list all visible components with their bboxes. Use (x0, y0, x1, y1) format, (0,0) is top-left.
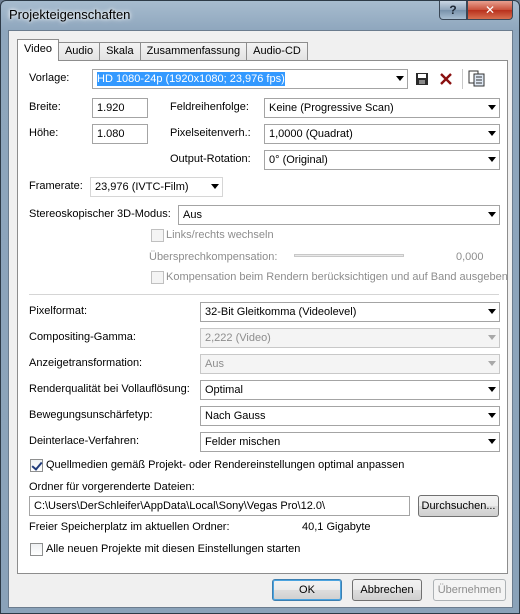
framerate-value: 23,976 (IVTC-Film) (95, 181, 189, 193)
stereo-value: Aus (183, 209, 202, 221)
motion-blur-value: Nach Gauss (205, 410, 266, 422)
motion-blur-combo[interactable]: Nach Gauss (200, 406, 500, 426)
section-divider (29, 294, 499, 295)
width-label: Breite: (29, 101, 61, 113)
field-order-label: Feldreihenfolge: (170, 101, 249, 113)
output-rotation-value: 0° (Original) (269, 154, 328, 166)
video-panel: Vorlage: HD 1080-24p (1920x1080; 23,976 … (17, 60, 508, 574)
template-label: Vorlage: (29, 72, 70, 84)
width-input[interactable]: 1.920 (92, 98, 148, 118)
deinterlace-label: Deinterlace-Verfahren: (29, 435, 140, 447)
framerate-combo[interactable]: 23,976 (IVTC-Film) (90, 177, 223, 197)
chevron-down-icon (488, 361, 496, 366)
view-transform-value: Aus (205, 358, 224, 370)
close-icon: ✕ (484, 3, 496, 17)
pixel-format-value: 32-Bit Gleitkomma (Videolevel) (205, 306, 357, 318)
chevron-down-icon (396, 76, 404, 81)
chevron-down-icon (488, 157, 496, 162)
prerender-folder-input[interactable]: C:\Users\DerSchleifer\AppData\Local\Sony… (29, 496, 410, 516)
pixel-aspect-value: 1,0000 (Quadrat) (269, 128, 353, 140)
chevron-down-icon (488, 131, 496, 136)
pixel-format-combo[interactable]: 32-Bit Gleitkomma (Videolevel) (200, 302, 500, 322)
compensation-checkbox[interactable] (151, 271, 164, 284)
gamma-label: Compositing-Gamma: (29, 331, 136, 343)
title-bar[interactable]: Projekteigenschaften ? ✕ (1, 1, 519, 29)
render-quality-combo[interactable]: Optimal (200, 380, 500, 400)
height-label: Höhe: (29, 127, 59, 139)
pixel-aspect-combo[interactable]: 1,0000 (Quadrat) (264, 124, 500, 144)
prerender-folder-label: Ordner für vorgerenderte Dateien: (29, 481, 195, 493)
stereo-combo[interactable]: Aus (178, 205, 500, 225)
view-transform-combo[interactable]: Aus (200, 354, 500, 374)
tab-scale[interactable]: Skala (99, 42, 141, 61)
dialog-client: Video Audio Skala Zusammenfassung Audio-… (8, 30, 513, 608)
delete-icon (440, 73, 452, 85)
free-space-label: Freier Speicherplatz im aktuellen Ordner… (29, 521, 230, 533)
framerate-label: Framerate: (29, 180, 83, 192)
help-icon: ? (449, 3, 457, 17)
match-media-button[interactable] (468, 69, 486, 87)
close-button[interactable]: ✕ (467, 1, 513, 20)
start-all-checkbox[interactable] (30, 543, 43, 556)
dialog-window: Projekteigenschaften ? ✕ Video Audio Ska… (0, 0, 520, 614)
tab-video[interactable]: Video (17, 39, 59, 61)
view-transform-label: Anzeigetransformation: (29, 357, 143, 369)
save-icon (416, 73, 428, 85)
gamma-value: 2,222 (Video) (205, 332, 271, 344)
chevron-down-icon (488, 413, 496, 418)
swap-lr-checkbox[interactable] (151, 229, 164, 242)
deinterlace-combo[interactable]: Felder mischen (200, 432, 500, 452)
crosstalk-label: Übersprechkompensation: (149, 251, 278, 263)
field-order-combo[interactable]: Keine (Progressive Scan) (264, 98, 500, 118)
tab-audio[interactable]: Audio (57, 42, 101, 61)
crosstalk-slider[interactable] (294, 254, 404, 257)
tab-summary[interactable]: Zusammenfassung (139, 42, 248, 61)
free-space-value: 40,1 Gigabyte (302, 521, 371, 533)
height-input[interactable]: 1.080 (92, 124, 148, 144)
template-combo[interactable]: HD 1080-24p (1920x1080; 23,976 fps) (92, 69, 408, 89)
chevron-down-icon (488, 439, 496, 444)
chevron-down-icon (488, 105, 496, 110)
chevron-down-icon (488, 387, 496, 392)
output-rotation-combo[interactable]: 0° (Original) (264, 150, 500, 170)
output-rotation-label: Output-Rotation: (170, 153, 251, 165)
motion-blur-label: Bewegungsunschärfetyp: (29, 409, 153, 421)
tab-audio-cd[interactable]: Audio-CD (246, 42, 308, 61)
tab-bar: Video Audio Skala Zusammenfassung Audio-… (17, 39, 308, 61)
render-quality-value: Optimal (205, 384, 243, 396)
window-title: Projekteigenschaften (9, 7, 131, 22)
adapt-media-checkbox[interactable] (30, 459, 43, 472)
chevron-down-icon (211, 184, 219, 189)
stereo-label: Stereoskopischer 3D-Modus: (29, 208, 171, 220)
start-all-label: Alle neuen Projekte mit diesen Einstellu… (46, 543, 301, 555)
gamma-combo[interactable]: 2,222 (Video) (200, 328, 500, 348)
delete-template-button[interactable] (437, 70, 455, 88)
ok-button[interactable]: OK (272, 579, 342, 601)
apply-button[interactable]: Übernehmen (433, 579, 506, 601)
help-button[interactable]: ? (439, 1, 467, 20)
template-value: HD 1080-24p (1920x1080; 23,976 fps) (97, 72, 285, 86)
deinterlace-value: Felder mischen (205, 436, 281, 448)
swap-lr-label: Links/rechts wechseln (166, 229, 274, 241)
match-media-icon (468, 70, 485, 87)
pixel-format-label: Pixelformat: (29, 305, 88, 317)
crosstalk-value: 0,000 (456, 251, 484, 263)
render-quality-label: Renderqualität bei Vollauflösung: (29, 383, 190, 395)
browse-button[interactable]: Durchsuchen... (418, 495, 499, 517)
chevron-down-icon (488, 335, 496, 340)
cancel-button[interactable]: Abbrechen (352, 579, 422, 601)
compensation-label: Kompensation beim Rendern berücksichtige… (166, 271, 508, 283)
save-template-button[interactable] (413, 70, 431, 88)
toolbar-divider (462, 69, 463, 89)
adapt-media-label: Quellmedien gemäß Projekt- oder Renderei… (46, 459, 405, 471)
chevron-down-icon (488, 309, 496, 314)
field-order-value: Keine (Progressive Scan) (269, 102, 394, 114)
pixel-aspect-label: Pixelseitenverh.: (170, 127, 251, 139)
chevron-down-icon (488, 212, 496, 217)
